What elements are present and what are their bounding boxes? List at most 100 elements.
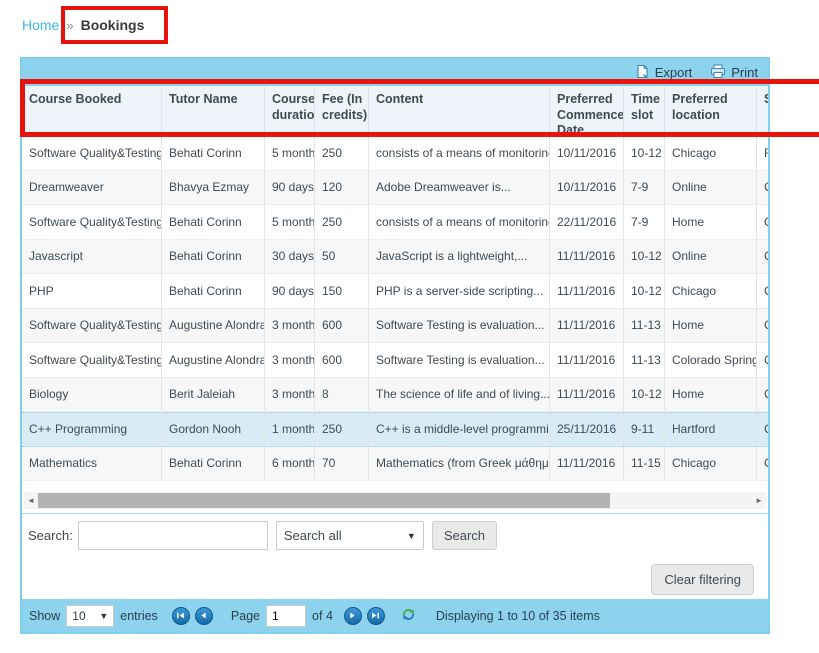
table-cell: 11/11/2016: [550, 447, 624, 481]
table-row[interactable]: BiologyBerit Jaleiah3 months8The science…: [22, 378, 768, 413]
export-button[interactable]: Export: [635, 64, 693, 82]
clear-filtering-button[interactable]: Clear filtering: [651, 564, 754, 595]
print-label: Print: [731, 65, 758, 80]
table-cell: Biology: [22, 378, 162, 412]
table-cell: 90 days: [265, 274, 315, 308]
table-cell: Cl: [757, 240, 768, 274]
previous-page-button[interactable]: [195, 607, 213, 625]
search-panel: Search: Search all ▼ Search Clear filter…: [22, 514, 768, 599]
breadcrumb-current: Bookings: [81, 17, 145, 33]
table-cell: The science of life and of living...: [369, 378, 550, 412]
bookings-grid: Export Print Course BookedTutor NameCour…: [20, 57, 770, 634]
export-icon: [635, 64, 650, 82]
table-cell: Software Quality&Testing: [22, 343, 162, 377]
total-pages: 4: [326, 609, 333, 623]
table-cell: 5 months: [265, 205, 315, 239]
pagination-bar: Show 10 ▼ entries Page of 4: [22, 599, 768, 632]
table-cell: 600: [315, 343, 369, 377]
table-cell: Ca: [757, 447, 768, 481]
table-row[interactable]: Software Quality&TestingAugustine Alondr…: [22, 309, 768, 344]
page-size-select[interactable]: 10 ▼: [66, 605, 114, 627]
scrollbar-track[interactable]: [38, 492, 752, 509]
scroll-right-arrow-icon[interactable]: ►: [752, 492, 766, 509]
table-row[interactable]: DreamweaverBhavya Ezmay90 days120Adobe D…: [22, 171, 768, 206]
table-cell: 120: [315, 171, 369, 205]
table-cell: 8: [315, 378, 369, 412]
table-cell: Cl: [757, 378, 768, 412]
table-cell: PHP: [22, 274, 162, 308]
table-cell: JavaScript is a lightweight,...: [369, 240, 550, 274]
table-cell: Mathematics: [22, 447, 162, 481]
table-header-row: Course BookedTutor NameCourse durationFe…: [22, 86, 768, 136]
column-header[interactable]: Content: [369, 86, 550, 136]
column-header[interactable]: Preferred location: [665, 86, 757, 136]
column-header[interactable]: St: [757, 86, 768, 136]
table-cell: 22/11/2016: [550, 205, 624, 239]
table-cell: Hartford: [665, 413, 757, 446]
search-button[interactable]: Search: [432, 521, 497, 550]
table-cell: 7-9: [624, 171, 665, 205]
table-cell: Ca: [757, 205, 768, 239]
refresh-button[interactable]: [401, 607, 416, 625]
table-cell: 3 months: [265, 343, 315, 377]
table-cell: 10-12: [624, 274, 665, 308]
show-label: Show: [29, 609, 60, 623]
table-cell: Chicago: [665, 136, 757, 170]
table-cell: 10/11/2016: [550, 136, 624, 170]
table-cell: Behati Corinn: [162, 447, 265, 481]
table-body: Software Quality&Testing Behati Corinn 5 m…: [22, 136, 768, 481]
column-header[interactable]: Course Booked: [22, 86, 162, 136]
page-number-input[interactable]: [266, 605, 306, 627]
column-header[interactable]: Preferred Commence Date: [550, 86, 624, 136]
next-page-button[interactable]: [344, 607, 362, 625]
first-page-icon: [176, 611, 185, 620]
table-cell: 25/11/2016: [550, 413, 624, 446]
column-header[interactable]: Fee (In credits): [315, 86, 369, 136]
table-cell: 11/11/2016: [550, 309, 624, 343]
table-cell: PHP is a server-side scripting...: [369, 274, 550, 308]
table-row[interactable]: PHPBehati Corinn90 days150PHP is a serve…: [22, 274, 768, 309]
table-cell: 30 days: [265, 240, 315, 274]
table-cell: Cl: [757, 309, 768, 343]
scroll-left-arrow-icon[interactable]: ◄: [24, 492, 38, 509]
table-cell: 1 months: [265, 413, 315, 446]
horizontal-scrollbar[interactable]: ◄ ►: [24, 492, 766, 509]
table-cell: Berit Jaleiah: [162, 378, 265, 412]
table-cell: Mathematics (from Greek μάθημα...: [369, 447, 550, 481]
table-row[interactable]: Software Quality&TestingBehati Corinn5 m…: [22, 205, 768, 240]
table-row[interactable]: Software Quality&TestingAugustine Alondr…: [22, 343, 768, 378]
table-row[interactable]: JavascriptBehati Corinn30 days50JavaScri…: [22, 240, 768, 275]
table-row[interactable]: Software Quality&TestingBehati Corinn5 m…: [22, 136, 768, 171]
table-cell: 10-12: [624, 240, 665, 274]
table-cell: 150: [315, 274, 369, 308]
search-input[interactable]: [78, 521, 268, 550]
search-label: Search:: [28, 528, 73, 543]
next-page-icon: [348, 611, 357, 620]
table-cell: Ca: [757, 171, 768, 205]
breadcrumb-home-link[interactable]: Home: [22, 17, 59, 33]
print-button[interactable]: Print: [710, 64, 758, 82]
table-cell: consists of a means of monitoring...: [369, 136, 550, 170]
search-field-select[interactable]: Search all ▼: [276, 521, 424, 550]
table-cell: 3 months: [265, 309, 315, 343]
scrollbar-thumb[interactable]: [38, 493, 610, 508]
table-cell: 11-13: [624, 343, 665, 377]
table-cell: Javascript: [22, 240, 162, 274]
column-header[interactable]: Time slot: [624, 86, 665, 136]
page-size-value: 10: [72, 609, 85, 623]
table-cell: Home: [665, 378, 757, 412]
breadcrumb-separator: »: [66, 18, 73, 33]
export-label: Export: [655, 65, 693, 80]
column-header[interactable]: Tutor Name: [162, 86, 265, 136]
table-cell: Home: [665, 309, 757, 343]
last-page-button[interactable]: [367, 607, 385, 625]
table-cell: Adobe Dreamweaver is...: [369, 171, 550, 205]
table-cell: 600: [315, 309, 369, 343]
entries-label: entries: [120, 609, 158, 623]
table-row[interactable]: C++ ProgrammingGordon Nooh1 months250C++…: [22, 412, 768, 447]
table-cell: 7-9: [624, 205, 665, 239]
first-page-button[interactable]: [172, 607, 190, 625]
scroll-region: ◄ ►: [22, 481, 768, 513]
table-row[interactable]: MathematicsBehati Corinn6 months70Mathem…: [22, 447, 768, 482]
column-header[interactable]: Course duration: [265, 86, 315, 136]
